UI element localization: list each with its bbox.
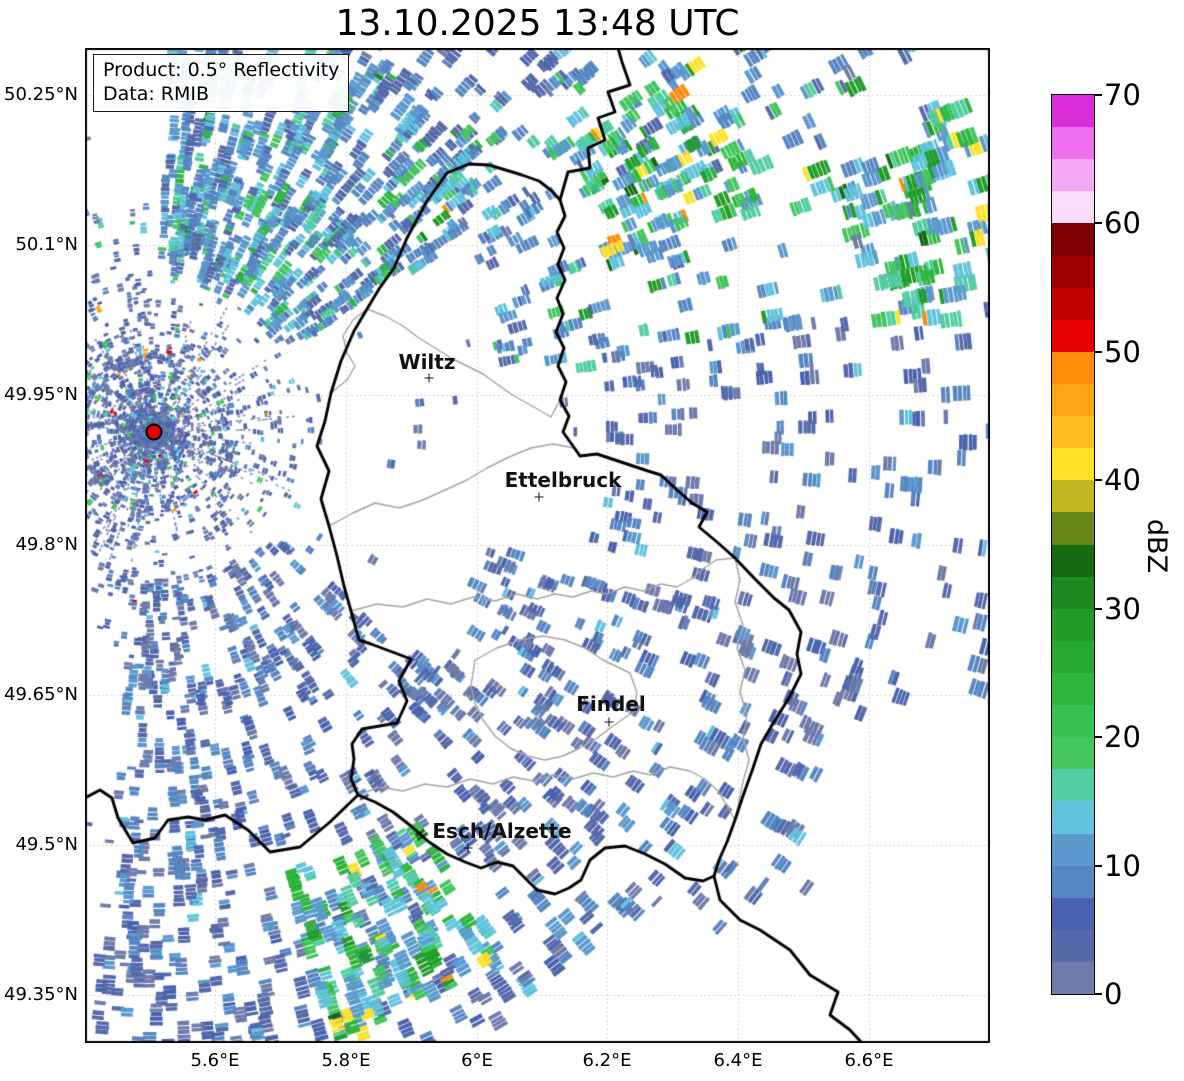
- city-plus-marker: [604, 717, 614, 727]
- colorbar-segment: [1052, 287, 1094, 320]
- colorbar-tick-label: 40: [1104, 463, 1141, 498]
- colorbar-tick-mark: [1095, 736, 1102, 739]
- lon-tick-label: 5.8°E: [321, 1050, 371, 1071]
- city-label: Wiltz: [398, 350, 456, 374]
- colorbar-segment: [1052, 319, 1094, 352]
- colorbar-segment: [1052, 159, 1094, 192]
- city-plus-marker: [534, 492, 544, 502]
- colorbar-segment: [1052, 544, 1094, 577]
- colorbar-tick-mark: [1095, 94, 1102, 96]
- colorbar-segment: [1052, 801, 1094, 834]
- dbz-colorbar: [1051, 94, 1095, 995]
- colorbar-tick-label: 60: [1104, 206, 1141, 241]
- colorbar-segment: [1052, 95, 1094, 128]
- colorbar-tick-label: 10: [1104, 848, 1141, 883]
- colorbar-segment: [1052, 929, 1094, 962]
- colorbar-segment: [1052, 127, 1094, 160]
- colorbar-segment: [1052, 448, 1094, 481]
- colorbar-segment: [1052, 672, 1094, 706]
- colorbar-segment: [1052, 416, 1094, 449]
- radar-echo-canvas: [85, 48, 990, 1043]
- lon-tick-label: 6.4°E: [713, 1050, 763, 1071]
- map-plot-area: Product: 0.5° Reflectivity Data: RMIB Wi…: [85, 48, 990, 1043]
- radar-map-figure: 13.10.2025 13:48 UTC Product: 0.5° Refle…: [0, 0, 1184, 1081]
- product-info-box: Product: 0.5° Reflectivity Data: RMIB: [93, 54, 350, 112]
- city-plus-marker: [424, 373, 434, 383]
- lat-tick-label: 49.35°N: [4, 984, 78, 1005]
- colorbar-tick-label: 30: [1104, 591, 1141, 626]
- colorbar-tick-mark: [1095, 864, 1102, 867]
- colorbar-tick-mark: [1095, 607, 1102, 610]
- colorbar-segment: [1052, 897, 1094, 930]
- colorbar-unit-label: dBZ: [1141, 518, 1172, 574]
- city-label: Findel: [576, 692, 646, 716]
- colorbar-segment: [1052, 865, 1094, 898]
- lat-tick-label: 49.8°N: [15, 534, 78, 555]
- colorbar-segment: [1052, 191, 1094, 224]
- colorbar-segment: [1052, 833, 1094, 866]
- lon-tick-label: 6.6°E: [844, 1050, 894, 1071]
- colorbar-segment: [1052, 961, 1094, 995]
- city-label: Ettelbruck: [504, 468, 622, 492]
- colorbar-segment: [1052, 223, 1094, 256]
- colorbar-segment: [1052, 255, 1094, 288]
- product-info-line1: Product: 0.5° Reflectivity: [103, 59, 340, 81]
- colorbar-tick-label: 20: [1104, 720, 1141, 755]
- marker-bar: [467, 843, 469, 853]
- lon-tick-label: 6.2°E: [582, 1050, 632, 1071]
- colorbar-segment: [1052, 769, 1094, 802]
- lon-tick-label: 6°E: [461, 1050, 493, 1071]
- colorbar-segment: [1052, 737, 1094, 770]
- colorbar-segment: [1052, 480, 1094, 513]
- marker-bar: [428, 373, 430, 383]
- colorbar-tick-mark: [1095, 350, 1102, 353]
- colorbar-segment: [1052, 608, 1094, 641]
- colorbar-tick-label: 70: [1104, 78, 1141, 112]
- colorbar-segment: [1052, 705, 1094, 738]
- colorbar-tick-mark: [1095, 993, 1102, 995]
- colorbar-segment: [1052, 576, 1094, 609]
- colorbar-tick-mark: [1095, 222, 1102, 225]
- figure-title: 13.10.2025 13:48 UTC: [335, 3, 740, 44]
- colorbar-segment: [1052, 640, 1094, 673]
- product-info-line2: Data: RMIB: [103, 83, 210, 105]
- lat-tick-label: 49.95°N: [4, 384, 78, 405]
- colorbar-segment: [1052, 351, 1094, 384]
- marker-bar: [538, 492, 540, 502]
- lon-tick-label: 5.6°E: [190, 1050, 240, 1071]
- colorbar-segment: [1052, 512, 1094, 545]
- colorbar-tick-label: 50: [1104, 334, 1141, 369]
- city-label: Esch/Alzette: [432, 819, 572, 843]
- lat-tick-label: 50.25°N: [4, 84, 78, 105]
- colorbar-segment: [1052, 383, 1094, 417]
- lat-tick-label: 50.1°N: [15, 234, 78, 255]
- lat-tick-label: 49.5°N: [15, 834, 78, 855]
- colorbar-tick-label: 0: [1104, 977, 1123, 1011]
- lat-tick-label: 49.65°N: [4, 684, 78, 705]
- marker-bar: [608, 717, 610, 727]
- colorbar-tick-mark: [1095, 479, 1102, 482]
- radar-site-dot: [145, 423, 163, 441]
- city-plus-marker: [463, 843, 473, 853]
